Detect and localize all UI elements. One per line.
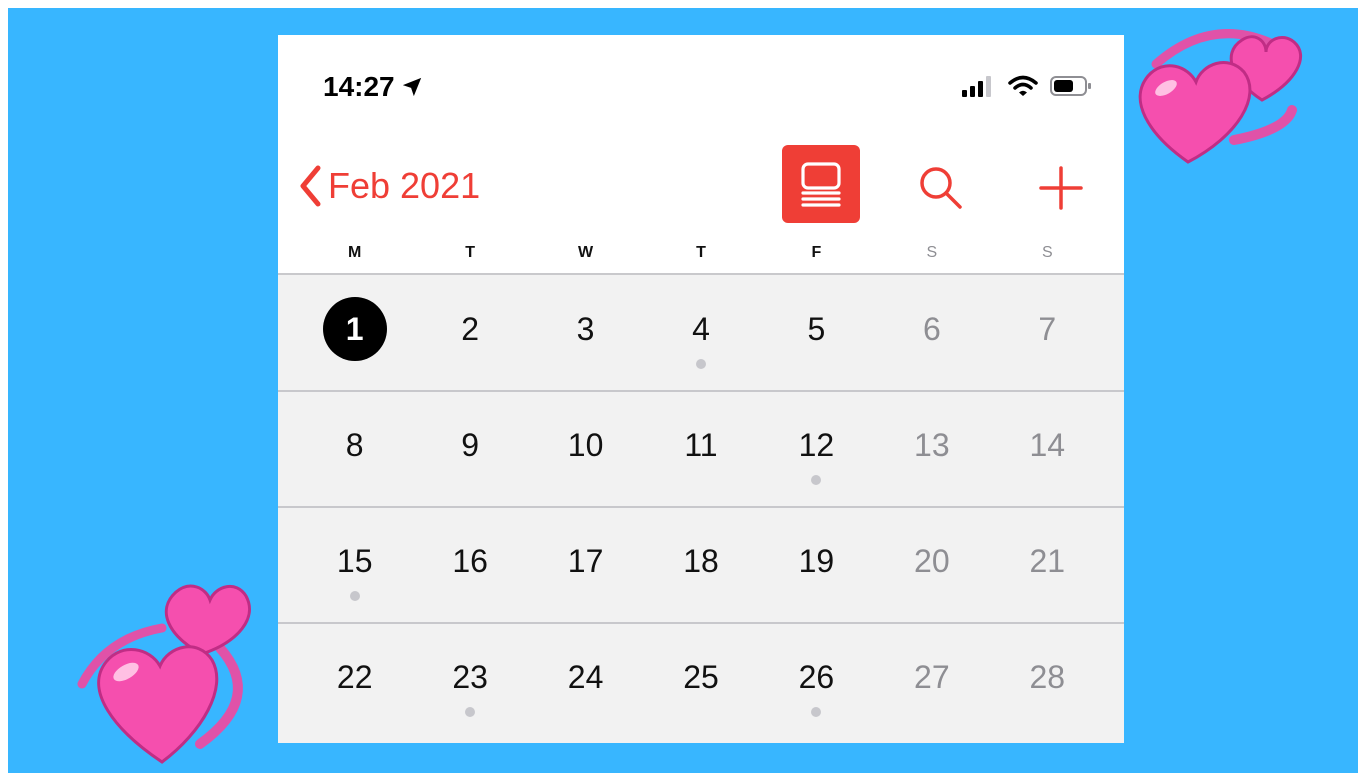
day-cell[interactable]: 18 xyxy=(643,507,758,623)
day-number: 22 xyxy=(336,658,373,695)
month-grid: 1 2 3 4 5 6 7 8 9 10 11 12 13 14 15 16 17 18 19 20 21 22 23 24 2… xyxy=(278,275,1124,739)
month-label: Feb 2021 xyxy=(328,165,481,206)
day-cell[interactable]: 7 xyxy=(990,275,1105,391)
day-number: 20 xyxy=(914,542,950,579)
day-number: 14 xyxy=(1029,426,1066,463)
revolving-hearts-icon xyxy=(1138,29,1303,164)
weekday-header: M T W T F S S xyxy=(297,244,1105,266)
list-view-icon xyxy=(801,162,841,207)
day-number: 25 xyxy=(683,658,719,695)
day-number: 28 xyxy=(1029,658,1066,695)
location-arrow-icon xyxy=(402,77,421,97)
week-row: 1 2 3 4 5 6 7 xyxy=(297,275,1105,391)
day-cell[interactable]: 11 xyxy=(643,391,758,507)
day-number: 19 xyxy=(798,542,835,579)
day-number: 11 xyxy=(684,426,718,463)
calendar-header: 14:27 Feb 2021 M T W T F S S xyxy=(278,35,1124,275)
day-cell[interactable]: 26 xyxy=(759,623,874,739)
day-number: 23 xyxy=(452,658,488,695)
day-number: 8 xyxy=(345,426,364,463)
day-number: 10 xyxy=(567,426,604,463)
day-number: 6 xyxy=(922,310,941,347)
day-number: 15 xyxy=(336,542,373,579)
status-icons xyxy=(962,73,1092,99)
battery-icon xyxy=(1050,76,1091,96)
day-number: 9 xyxy=(461,426,480,463)
wifi-icon xyxy=(1008,75,1038,96)
add-event-button[interactable] xyxy=(1034,161,1088,215)
day-cell[interactable]: 22 xyxy=(297,623,412,739)
day-cell[interactable]: 2 xyxy=(412,275,527,391)
day-cell[interactable]: 21 xyxy=(990,507,1105,623)
day-number: 7 xyxy=(1038,310,1057,347)
cellular-signal-icon xyxy=(962,76,991,97)
weekday-label: T xyxy=(696,244,706,261)
day-cell[interactable]: 25 xyxy=(643,623,758,739)
back-to-month-button[interactable]: Feb 2021 xyxy=(296,163,480,209)
day-number: 4 xyxy=(692,310,710,347)
day-cell[interactable]: 20 xyxy=(874,507,989,623)
day-number: 1 xyxy=(322,297,387,361)
day-cell[interactable]: 15 xyxy=(297,507,412,623)
day-number: 24 xyxy=(567,658,604,695)
day-cell[interactable]: 5 xyxy=(759,275,874,391)
day-number: 3 xyxy=(576,310,595,347)
list-view-button[interactable] xyxy=(782,145,860,223)
add-icon xyxy=(1039,166,1083,210)
chevron-left-icon xyxy=(300,165,321,207)
calendar-screen: 14:27 Feb 2021 M T W T F S S 1 2 3 4 5 6… xyxy=(278,35,1124,743)
event-dot-icon xyxy=(349,591,360,601)
day-number: 13 xyxy=(914,426,950,463)
day-number: 5 xyxy=(807,310,826,347)
week-row: 15 16 17 18 19 20 21 xyxy=(278,506,1124,623)
weekday-label: W xyxy=(578,244,594,261)
day-cell-today[interactable]: 1 xyxy=(297,275,412,391)
day-cell[interactable]: 3 xyxy=(528,275,643,391)
weekday-label: S xyxy=(926,244,938,261)
day-number: 17 xyxy=(567,542,604,579)
day-cell[interactable]: 9 xyxy=(412,391,527,507)
status-time: 14:27 xyxy=(323,71,423,103)
day-cell[interactable]: 6 xyxy=(874,275,989,391)
day-number: 2 xyxy=(461,310,480,347)
week-row: 22 23 24 25 26 27 28 xyxy=(278,622,1124,739)
day-cell[interactable]: 19 xyxy=(759,507,874,623)
weekday-label: F xyxy=(811,244,822,261)
event-dot-icon xyxy=(695,359,706,369)
event-dot-icon xyxy=(811,707,822,717)
day-cell[interactable]: 17 xyxy=(528,507,643,623)
day-cell[interactable]: 16 xyxy=(412,507,527,623)
day-cell[interactable]: 14 xyxy=(990,391,1105,507)
day-cell[interactable]: 8 xyxy=(297,391,412,507)
search-button[interactable] xyxy=(914,161,968,215)
weekday-label: M xyxy=(348,244,362,261)
status-time-label: 14:27 xyxy=(323,71,395,102)
day-cell[interactable]: 10 xyxy=(528,391,643,507)
weekday-label: T xyxy=(465,244,476,261)
day-cell[interactable]: 27 xyxy=(874,623,989,739)
event-dot-icon xyxy=(465,707,476,717)
day-cell[interactable]: 28 xyxy=(990,623,1105,739)
day-number: 27 xyxy=(914,658,950,695)
revolving-hearts-icon xyxy=(77,584,251,764)
week-row: 8 9 10 11 12 13 14 xyxy=(278,390,1124,507)
weekday-label: S xyxy=(1041,244,1053,261)
day-number: 16 xyxy=(452,542,488,579)
day-number: 18 xyxy=(683,542,719,579)
event-dot-icon xyxy=(811,475,822,485)
search-icon xyxy=(920,167,962,209)
day-cell[interactable]: 23 xyxy=(412,623,527,739)
day-cell[interactable]: 24 xyxy=(528,623,643,739)
day-cell[interactable]: 13 xyxy=(874,391,989,507)
day-number: 26 xyxy=(798,658,835,695)
background-canvas: 14:27 Feb 2021 M T W T F S S 1 2 3 4 5 6… xyxy=(8,8,1358,773)
day-cell[interactable]: 4 xyxy=(643,275,758,391)
day-number: 21 xyxy=(1029,542,1066,579)
day-number: 12 xyxy=(798,426,835,463)
day-cell[interactable]: 12 xyxy=(759,391,874,507)
